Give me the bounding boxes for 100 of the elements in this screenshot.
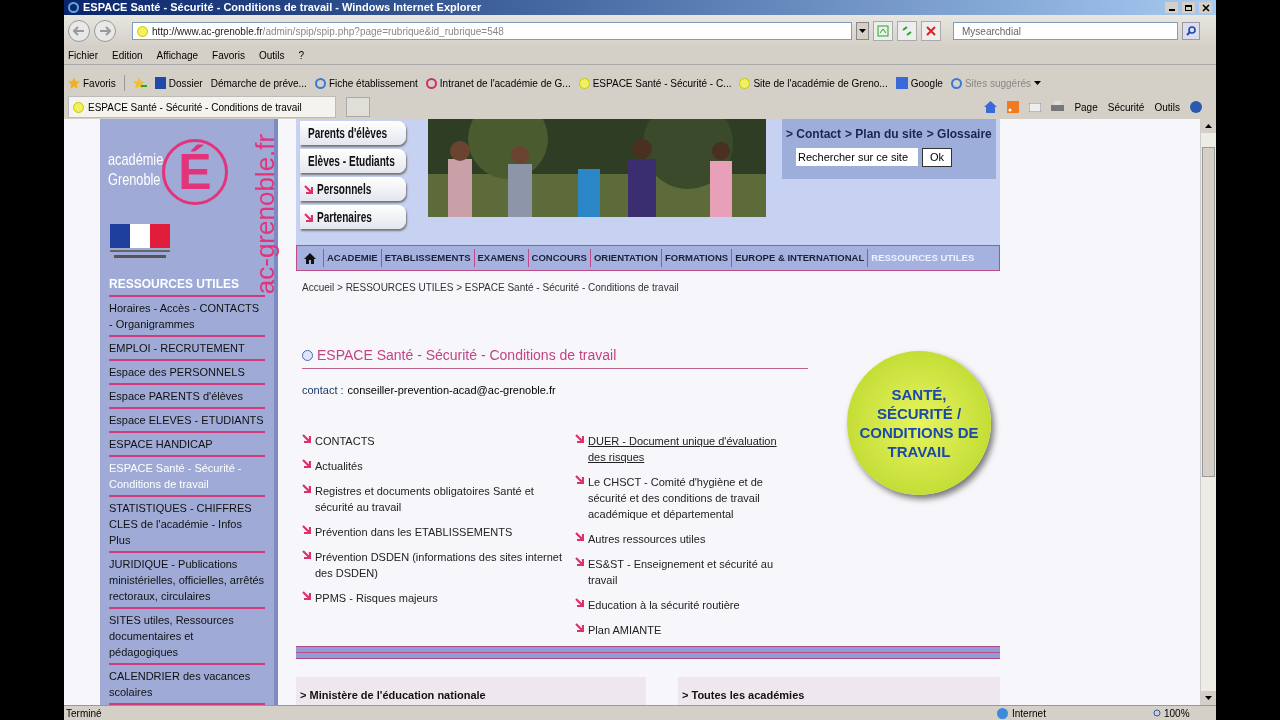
ok-button[interactable]: Ok	[922, 148, 952, 167]
window-title: ESPACE Santé - Sécurité - Conditions de travail - Windows Internet Explorer	[83, 0, 483, 16]
theme-badge[interactable]: SANTÉ, SÉCURITÉ / CONDITIONS DE TRAVAIL	[847, 351, 991, 495]
sidebar-link[interactable]: SITES utiles, Ressources documentaires et pédagogiques	[109, 609, 265, 665]
content-link[interactable]: CONTACTS	[315, 432, 375, 449]
favorite-link[interactable]: Dossier	[154, 75, 203, 91]
site-icon	[137, 25, 148, 37]
header-link[interactable]: > Glossaire	[926, 125, 992, 143]
content-link[interactable]: Autres ressources utiles	[588, 530, 706, 547]
contact-email[interactable]: conseiller-prevention-acad@ac-grenoble.fr	[347, 382, 556, 399]
zoom-level[interactable]: 100%	[1164, 705, 1214, 720]
content-link[interactable]: Actualités	[315, 457, 363, 474]
nav-tab[interactable]: ETABLISSEMENTS	[380, 249, 474, 267]
nav-tab[interactable]: EUROPE & INTERNATIONAL	[731, 249, 868, 267]
content-link[interactable]: Prévention DSDEN (informations des sites internet des DSDEN)	[315, 548, 575, 581]
audience-link[interactable]: Partenaires	[300, 205, 406, 229]
favorite-icon	[578, 77, 590, 89]
sidebar-link[interactable]: Horaires - Accès - CONTACTS - Organigrammes	[109, 297, 265, 337]
favorite-icon	[425, 77, 437, 89]
scroll-down-button[interactable]	[1201, 691, 1216, 705]
menu-item[interactable]: Edition	[112, 48, 143, 63]
forward-button[interactable]	[94, 20, 116, 42]
sidebar-link[interactable]: Espace PARENTS d'élèves	[109, 385, 265, 409]
logo-text: académie	[108, 151, 164, 169]
sidebar-link[interactable]: Espace ELEVES - ETUDIANTS	[109, 409, 265, 433]
stop-icon[interactable]	[921, 21, 941, 41]
command-menu[interactable]: Sécurité	[1107, 99, 1145, 115]
arrow-icon	[304, 184, 313, 194]
address-field[interactable]: http://www.ac-grenoble.fr/admin/spip/spip.php?page=rubrique&id_rubrique=548	[132, 22, 852, 40]
refresh-icon[interactable]	[897, 21, 917, 41]
print-icon[interactable]	[1051, 101, 1065, 113]
status-text: Terminé	[66, 706, 103, 720]
favorite-link[interactable]: Fiche établissement	[314, 75, 418, 91]
command-menu[interactable]: Outils	[1154, 99, 1180, 115]
sidebar-link[interactable]: ESPACE HANDICAP	[109, 433, 265, 457]
nav-tab[interactable]: EXAMENS	[473, 249, 528, 267]
close-button[interactable]	[1199, 2, 1212, 13]
article-title: ESPACE Santé - Sécurité - Conditions de travail	[317, 346, 617, 365]
help-icon[interactable]	[1190, 101, 1202, 113]
menu-item[interactable]: ?	[298, 48, 305, 63]
back-button[interactable]	[68, 20, 90, 42]
favorite-icon	[895, 77, 908, 89]
arrow-icon	[302, 590, 311, 600]
favorite-icon	[739, 77, 751, 89]
logo-text: Grenoble	[108, 171, 161, 189]
arrow-icon	[302, 483, 311, 493]
content-link[interactable]: DUER - Document unique d'évaluation des risques	[588, 432, 790, 465]
sidebar-link[interactable]: EMPLOI - RECRUTEMENT	[109, 337, 265, 361]
caret-icon	[859, 29, 866, 33]
nav-tab[interactable]: CONCOURS	[527, 249, 590, 267]
restore-button[interactable]	[1182, 2, 1195, 13]
arrow-icon	[302, 524, 311, 534]
content-link[interactable]: Plan AMIANTE	[588, 621, 662, 638]
favorite-icon	[314, 77, 326, 89]
audience-link[interactable]: Personnels	[300, 177, 406, 201]
mail-icon[interactable]	[1029, 102, 1042, 112]
content-link[interactable]: ES&ST - Enseignement et sécurité au travail	[588, 555, 790, 588]
sidebar-link[interactable]: JURIDIQUE - Publications ministérielles, officielles, arrêtés rectoraux, circulaires	[109, 553, 265, 609]
audience-link[interactable]: Parents d'élèves	[300, 121, 406, 145]
nav-tab[interactable]: FORMATIONS	[661, 249, 732, 267]
favorite-icon	[950, 77, 962, 89]
content-link[interactable]: Registres et documents obligatoires Santé et sécurité au travail	[315, 482, 575, 515]
site-search-field[interactable]: Rechercher sur ce site	[796, 148, 918, 166]
minimize-button[interactable]	[1165, 2, 1178, 13]
nav-tab[interactable]: ORIENTATION	[589, 249, 661, 267]
favorite-link[interactable]: Google	[895, 75, 943, 91]
content-link[interactable]: Le CHSCT - Comité d'hygiène et de sécurité et des conditions de travail académique et départemental	[588, 473, 790, 522]
sidebar-link[interactable]: STATISTIQUES - CHIFFRES CLES de l'académie - Infos Plus	[109, 497, 265, 553]
nav-tab[interactable]: ACADEMIE	[323, 249, 381, 267]
header-link[interactable]: > Plan du site	[845, 125, 923, 143]
back-arrow-icon	[73, 26, 85, 36]
scroll-thumb[interactable]	[1202, 147, 1215, 477]
feed-icon[interactable]	[1007, 101, 1020, 113]
globe-icon	[997, 707, 1008, 719]
zoom-icon[interactable]	[1152, 708, 1161, 718]
favorites-button[interactable]: Favoris	[68, 75, 116, 91]
scroll-up-button[interactable]	[1201, 119, 1216, 133]
favorite-link[interactable]: Site de l'académie de Greno...	[739, 75, 888, 91]
search-icon[interactable]	[1182, 22, 1200, 40]
arrow-icon	[302, 549, 311, 559]
footer-box: > Toutes les académies	[678, 677, 1000, 705]
command-menu[interactable]: Page	[1074, 99, 1098, 115]
menu-item[interactable]: Affichage	[156, 48, 199, 63]
content-link[interactable]: Education à la sécurité routière	[588, 596, 740, 613]
sidebar-link[interactable]: Espace des PERSONNELS	[109, 361, 265, 385]
arrow-icon	[304, 212, 313, 222]
favorite-link[interactable]: Intranet de l'académie de G...	[425, 75, 571, 91]
dropdown-button[interactable]	[856, 22, 869, 40]
favorite-link[interactable]: ESPACE Santé - Sécurité - C...	[578, 75, 732, 91]
search-field[interactable]: Mysearchdial	[953, 22, 1178, 40]
content-link[interactable]: PPMS - Risques majeurs	[315, 589, 438, 606]
menu-item[interactable]: Favoris	[212, 48, 245, 63]
header-link[interactable]: > Contact	[786, 125, 841, 143]
browser-tab[interactable]: ESPACE Santé - Sécurité - Conditions de travail	[68, 96, 336, 118]
menu-item[interactable]: Outils	[258, 48, 285, 63]
audience-link[interactable]: Elèves - Etudiants	[300, 149, 406, 173]
menu-item[interactable]: Fichier	[68, 48, 98, 63]
favorite-link[interactable]: Démarche de préve...	[210, 75, 307, 91]
arrow-icon	[575, 433, 584, 443]
content-link[interactable]: Prévention dans les ETABLISSEMENTS	[315, 523, 513, 540]
